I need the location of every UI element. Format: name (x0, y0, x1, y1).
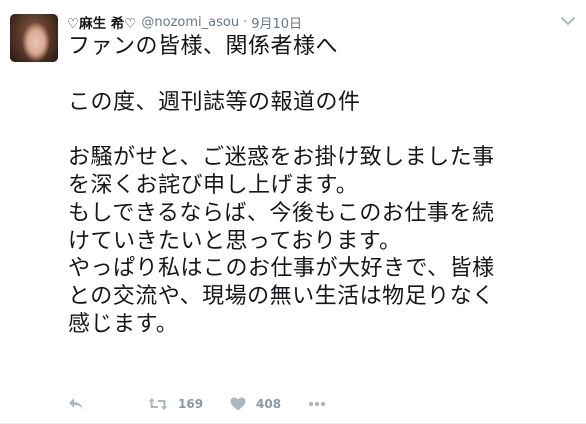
tweet-text-line: お騒がせと、ご迷惑をお掛け致しました事 (68, 145, 495, 171)
tweet-text-line (68, 61, 578, 89)
timestamp[interactable]: 9月10日 (251, 13, 302, 32)
tweet-text-line (68, 116, 578, 144)
tweet-text-line: との交流や、現場の無い生活は物足りなく (68, 284, 495, 310)
tweet[interactable]: ♡麻生 希♡ @nozomi_asou · 9月10日 ファンの皆様、関係者様へ… (0, 0, 586, 424)
avatar-image (10, 14, 58, 62)
tweet-text-line: この度、週刊誌等の報道の件 (68, 89, 361, 115)
reply-icon (68, 397, 84, 411)
reply-button[interactable] (68, 394, 84, 414)
tweet-text-line: けていきたいと思っております。 (68, 228, 402, 254)
tweet-text: ファンの皆様、関係者様へ この度、週刊誌等の報道の件 お騒がせと、ご迷惑をお掛け… (68, 33, 578, 339)
tweet-header: ♡麻生 希♡ @nozomi_asou · 9月10日 (67, 12, 302, 33)
more-icon (308, 401, 326, 407)
tweet-text-line: もしできるならば、今後もこのお仕事を続 (68, 200, 495, 226)
tweet-text-line: を深くお詫び申し上げます。 (68, 172, 359, 198)
more-button[interactable] (308, 394, 326, 414)
retweet-button[interactable]: 169 (148, 394, 203, 414)
chevron-down-icon[interactable] (560, 14, 576, 28)
tweet-text-line: 感じます。 (68, 311, 179, 337)
separator-dot: · (243, 14, 248, 30)
retweet-count: 169 (178, 397, 204, 411)
like-count: 408 (256, 397, 282, 411)
like-button[interactable]: 408 (230, 394, 281, 414)
fullname[interactable]: ♡麻生 希♡ (67, 12, 136, 32)
avatar[interactable] (10, 14, 58, 62)
retweet-icon (148, 397, 168, 411)
tweet-text-line: やっぱり私はこのお仕事が大好きで、皆様 (68, 256, 495, 282)
tweet-text-line: ファンの皆様、関係者様へ (68, 34, 339, 59)
heart-icon (230, 397, 246, 411)
username[interactable]: @nozomi_asou (141, 15, 239, 30)
tweet-actions: 169 408 (68, 394, 368, 414)
